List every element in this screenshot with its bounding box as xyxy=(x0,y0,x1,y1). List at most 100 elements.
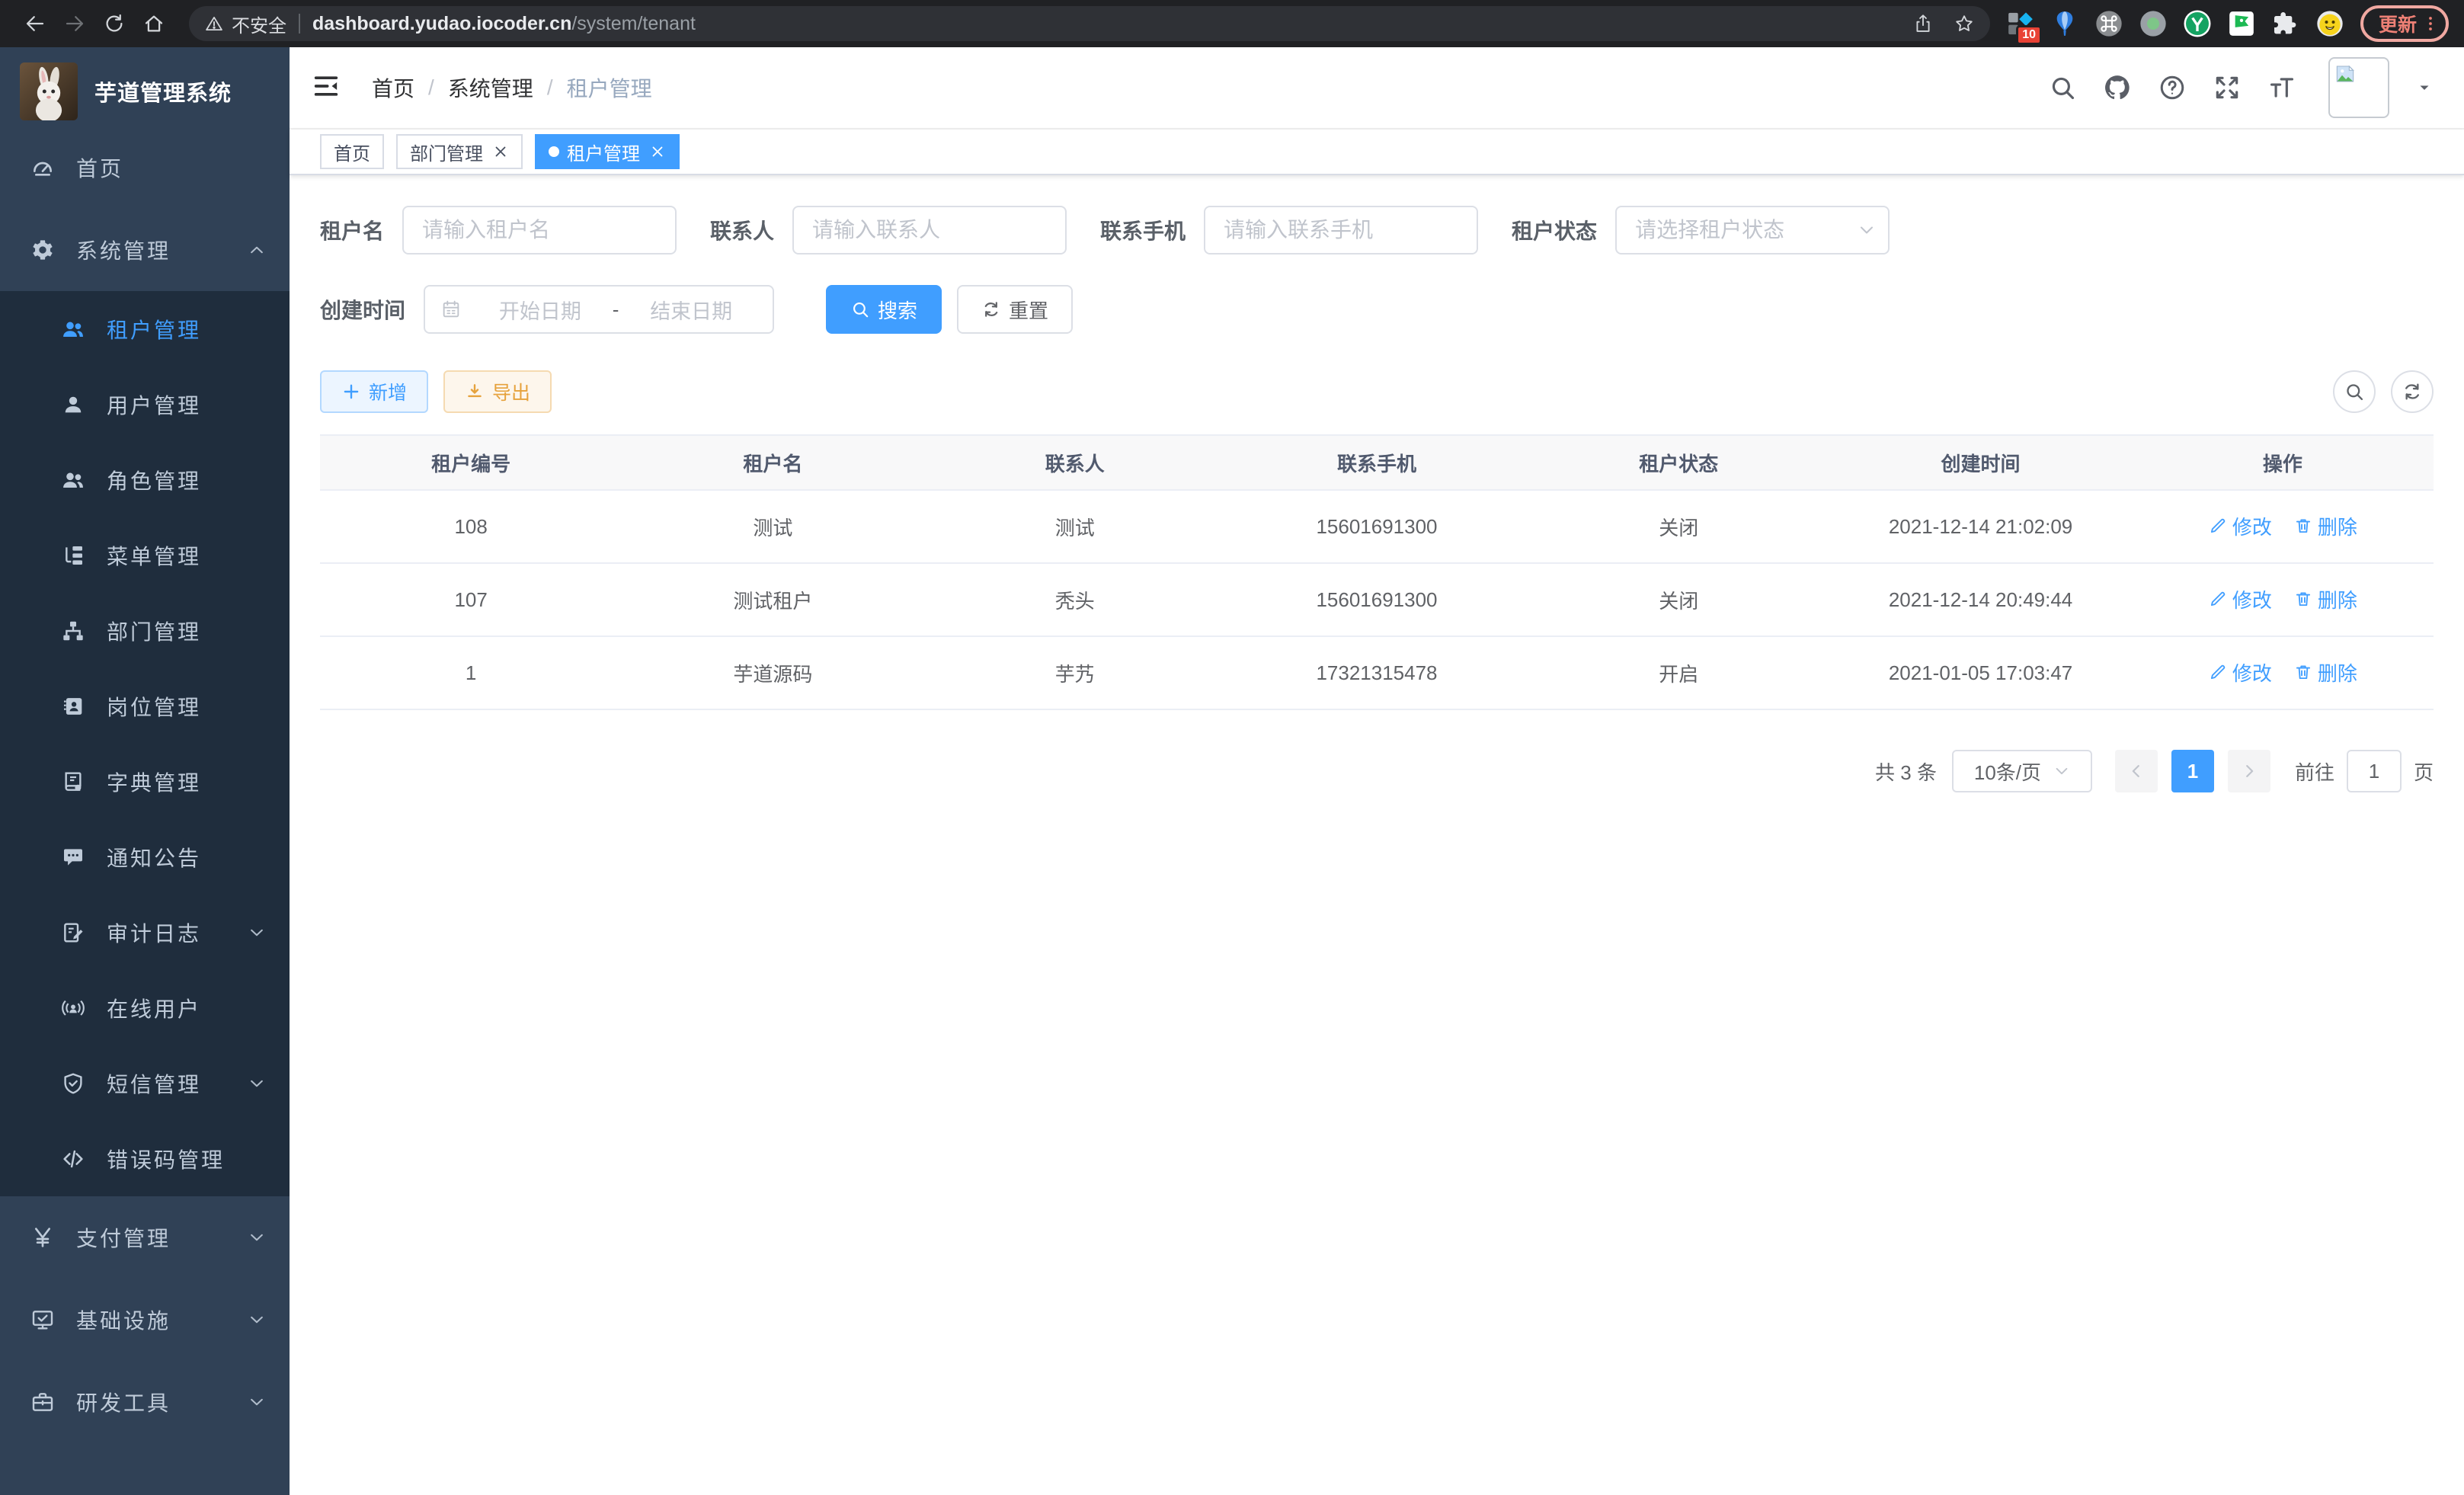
extension-flag-icon[interactable] xyxy=(2226,8,2257,39)
close-icon[interactable] xyxy=(492,143,509,160)
goto-page-input[interactable] xyxy=(2347,750,2402,792)
cell-name: 芋道源码 xyxy=(622,636,923,709)
cell-actions: 修改删除 xyxy=(2132,636,2434,709)
sidebar-item-11[interactable]: 在线用户 xyxy=(0,970,290,1045)
column-header-3: 联系手机 xyxy=(1226,435,1528,490)
breadcrumb-separator: / xyxy=(547,75,553,100)
add-button[interactable]: 新增 xyxy=(320,370,428,413)
sidebar-item-13[interactable]: 错误码管理 xyxy=(0,1121,290,1196)
sidebar-item-2[interactable]: 租户管理 xyxy=(0,291,290,367)
breadcrumb-system[interactable]: 系统管理 xyxy=(448,72,533,103)
prev-page-button[interactable] xyxy=(2115,750,2158,792)
tenant-name-input[interactable] xyxy=(402,206,677,255)
refresh-table-button[interactable] xyxy=(2391,370,2434,413)
sidebar-item-16[interactable]: 研发工具 xyxy=(0,1361,290,1443)
sidebar-item-10[interactable]: 审计日志 xyxy=(0,895,290,970)
sidebar-item-0[interactable]: 首页 xyxy=(0,126,290,209)
avatar-caret-down-icon[interactable] xyxy=(2415,78,2434,97)
search-icon xyxy=(850,299,870,319)
close-icon[interactable] xyxy=(649,143,666,160)
cell-created: 2021-12-14 21:02:09 xyxy=(1829,490,2131,563)
font-size-icon[interactable] xyxy=(2267,73,2296,102)
cell-id: 107 xyxy=(320,563,622,636)
browser-reload-icon[interactable] xyxy=(94,4,134,43)
tenant-table: 租户编号租户名联系人联系手机租户状态创建时间操作 108测试测试15601691… xyxy=(320,434,2434,710)
sidebar-item-1[interactable]: 系统管理 xyxy=(0,209,290,291)
sidebar-item-12[interactable]: 短信管理 xyxy=(0,1045,290,1121)
sidebar-collapse-icon[interactable] xyxy=(311,71,344,104)
reset-button[interactable]: 重置 xyxy=(957,285,1073,334)
browser-forward-icon[interactable] xyxy=(55,4,94,43)
bookmark-star-icon[interactable] xyxy=(1954,13,1975,34)
sidebar-item-3[interactable]: 用户管理 xyxy=(0,367,290,442)
delete-link[interactable]: 删除 xyxy=(2293,658,2357,687)
logo-image xyxy=(20,62,78,120)
tag-tab-1[interactable]: 部门管理 xyxy=(396,134,523,169)
search-button[interactable]: 搜索 xyxy=(826,285,942,334)
date-range-picker[interactable]: 开始日期 - 结束日期 xyxy=(424,285,774,334)
next-page-button[interactable] xyxy=(2228,750,2270,792)
github-icon[interactable] xyxy=(2103,73,2132,102)
edit-link[interactable]: 修改 xyxy=(2208,658,2272,687)
sidebar: 芋道管理系统 首页系统管理租户管理用户管理角色管理菜单管理部门管理岗位管理字典管… xyxy=(0,47,290,1495)
column-header-4: 租户状态 xyxy=(1528,435,1829,490)
delete-link[interactable]: 删除 xyxy=(2293,585,2357,613)
end-date-placeholder[interactable]: 结束日期 xyxy=(625,295,757,325)
app-title: 芋道管理系统 xyxy=(94,75,232,107)
breadcrumb-separator: / xyxy=(428,75,434,100)
cell-status: 关闭 xyxy=(1528,490,1829,563)
kebab-menu-icon[interactable] xyxy=(2420,13,2441,34)
sidebar-item-5[interactable]: 菜单管理 xyxy=(0,517,290,593)
share-icon[interactable] xyxy=(1912,13,1934,34)
edit-link[interactable]: 修改 xyxy=(2208,585,2272,613)
extension-blocks-icon[interactable]: 10 xyxy=(2005,8,2036,39)
start-date-placeholder[interactable]: 开始日期 xyxy=(474,295,606,325)
url-host: dashboard.yudao.iocoder.cn xyxy=(312,13,571,34)
sidebar-item-label: 首页 xyxy=(76,152,123,183)
help-icon[interactable] xyxy=(2158,73,2187,102)
users-icon xyxy=(61,468,85,492)
breadcrumb-current: 租户管理 xyxy=(567,72,652,103)
address-divider xyxy=(299,14,300,34)
extension-balloon-icon[interactable] xyxy=(2050,8,2080,39)
delete-link[interactable]: 删除 xyxy=(2293,512,2357,540)
sidebar-item-4[interactable]: 角色管理 xyxy=(0,442,290,517)
browser-home-icon[interactable] xyxy=(134,4,174,43)
page-size-select[interactable]: 10条/页 xyxy=(1952,750,2092,792)
profile-avatar-icon[interactable] xyxy=(2315,8,2345,39)
update-label: 更新 xyxy=(2379,10,2417,37)
extension-y-icon[interactable] xyxy=(2182,8,2213,39)
user-avatar[interactable] xyxy=(2328,57,2389,118)
tag-tab-0[interactable]: 首页 xyxy=(320,134,384,169)
dict-icon xyxy=(61,770,85,794)
sidebar-item-9[interactable]: 通知公告 xyxy=(0,819,290,895)
update-button[interactable]: 更新 xyxy=(2360,5,2449,42)
sidebar-item-14[interactable]: 支付管理 xyxy=(0,1196,290,1279)
toggle-search-button[interactable] xyxy=(2333,370,2376,413)
address-bar[interactable]: 不安全 dashboard.yudao.iocoder.cn/system/te… xyxy=(189,6,1990,41)
sidebar-item-7[interactable]: 岗位管理 xyxy=(0,668,290,744)
extension-record-icon[interactable] xyxy=(2138,8,2168,39)
header-search-icon[interactable] xyxy=(2048,73,2077,102)
phone-input[interactable] xyxy=(1204,206,1478,255)
fullscreen-icon[interactable] xyxy=(2213,73,2242,102)
browser-back-icon[interactable] xyxy=(15,4,55,43)
page-number-1[interactable]: 1 xyxy=(2171,750,2214,792)
cell-name: 测试 xyxy=(622,490,923,563)
status-select[interactable] xyxy=(1615,206,1890,255)
breadcrumb-home[interactable]: 首页 xyxy=(372,72,414,103)
cell-name: 测试租户 xyxy=(622,563,923,636)
column-header-0: 租户编号 xyxy=(320,435,622,490)
contact-input[interactable] xyxy=(792,206,1067,255)
refresh-icon xyxy=(2402,381,2423,402)
extension-command-icon[interactable] xyxy=(2094,8,2124,39)
edit-link[interactable]: 修改 xyxy=(2208,512,2272,540)
refresh-icon xyxy=(981,299,1001,319)
tag-tab-2[interactable]: 租户管理 xyxy=(535,134,680,169)
sidebar-item-6[interactable]: 部门管理 xyxy=(0,593,290,668)
sidebar-item-15[interactable]: 基础设施 xyxy=(0,1279,290,1361)
sidebar-item-label: 字典管理 xyxy=(107,767,201,797)
extensions-puzzle-icon[interactable] xyxy=(2270,8,2301,39)
export-button[interactable]: 导出 xyxy=(443,370,552,413)
sidebar-item-8[interactable]: 字典管理 xyxy=(0,744,290,819)
